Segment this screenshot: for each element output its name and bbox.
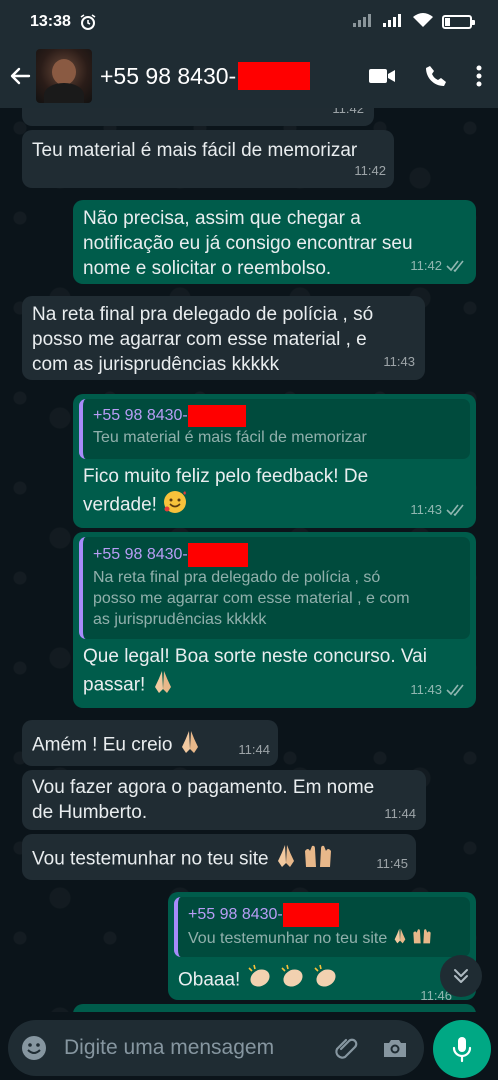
signal-icon-2 <box>382 12 404 33</box>
message-outgoing[interactable] <box>73 1004 476 1012</box>
message-incoming[interactable]: Amém ! Eu creio 11:44 <box>22 720 278 766</box>
chevron-double-down-icon <box>454 969 468 983</box>
message-text: Obaaa! <box>178 969 241 991</box>
clapping-hands-emoji <box>246 964 274 997</box>
message-text: posso me agarrar com esse material , e <box>32 329 367 350</box>
praying-hands-emoji <box>274 843 298 876</box>
message-text: Não precisa, assim que chegar a <box>83 208 361 229</box>
more-vert-icon[interactable] <box>476 65 482 87</box>
message-time: 11:44 <box>384 806 416 821</box>
chat-header: +55 98 8430- <box>0 44 498 108</box>
quote-text: Teu material é mais fácil de memorizar <box>93 429 367 446</box>
redaction-box <box>238 62 311 90</box>
paperclip-icon[interactable] <box>334 1035 360 1061</box>
wifi-icon <box>412 12 434 33</box>
message-time: 11:43 <box>410 677 466 702</box>
redaction-box <box>187 405 246 427</box>
praying-hands-emoji <box>151 669 175 702</box>
praying-hands-emoji <box>178 729 202 762</box>
message-text: notificação eu já consigo encontrar seu <box>83 233 413 254</box>
phone-call-icon[interactable] <box>424 64 448 88</box>
alarm-clock-icon <box>79 13 97 31</box>
message-outgoing[interactable]: +55 98 8430- Teu material é mais fácil d… <box>73 394 476 528</box>
message-outgoing[interactable]: +55 98 8430- Vou testemunhar no teu site… <box>168 892 476 1003</box>
avatar[interactable] <box>36 49 92 103</box>
quote-text: posso me agarrar com esse material , e c… <box>93 590 410 607</box>
message-text: com as jurisprudências kkkkk <box>32 354 280 375</box>
back-arrow-icon[interactable] <box>8 64 32 88</box>
raised-hands-emoji <box>412 927 432 951</box>
message-time: 11:43 <box>410 497 466 522</box>
message-time: 11:42 <box>354 163 386 178</box>
message-incoming[interactable]: Vou fazer agora o pagamento. Em nome de … <box>22 770 426 830</box>
message-incoming[interactable]: Vou testemunhar no teu site 11:45 <box>22 834 416 880</box>
double-check-icon <box>446 260 464 272</box>
message-text: passar! <box>83 674 146 696</box>
message-incoming[interactable]: Teu material é mais fácil de memorizar 1… <box>22 130 394 188</box>
quote-author: +55 98 8430- <box>188 906 283 923</box>
time-text: 11:43 <box>410 682 442 697</box>
status-bar: 13:38 7 <box>0 0 498 44</box>
message-text: Fico muito feliz pelo feedback! De <box>83 466 369 487</box>
message-time: 11:43 <box>383 354 415 369</box>
message-text: verdade! <box>83 494 157 516</box>
redaction-box <box>282 903 339 927</box>
status-time: 13:38 <box>30 13 71 30</box>
contact-number: +55 98 8430- <box>100 62 237 89</box>
signal-icon <box>352 12 374 33</box>
message-outgoing[interactable]: +55 98 8430- Na reta final pra delegado … <box>73 532 476 708</box>
mic-icon <box>452 1037 472 1063</box>
double-check-icon <box>446 504 464 516</box>
message-time: 11:42 <box>410 253 466 278</box>
redaction-box <box>187 543 248 567</box>
message-text: Na reta final pra delegado de polícia , … <box>32 304 374 325</box>
quote-author: +55 98 8430- <box>93 546 188 563</box>
time-text: 11:43 <box>410 502 442 517</box>
video-call-icon[interactable] <box>368 66 396 86</box>
chat-area[interactable]: 11:42 Teu material é mais fácil de memor… <box>0 108 498 1012</box>
mic-button[interactable] <box>433 1020 491 1078</box>
quote-text: Vou testemunhar no teu site <box>188 930 388 948</box>
quoted-message[interactable]: +55 98 8430- Na reta final pra delegado … <box>79 537 470 639</box>
camera-icon[interactable] <box>382 1037 408 1059</box>
quote-text: as jurisprudências kkkkk <box>93 611 267 628</box>
raised-hands-emoji <box>303 843 333 876</box>
message-input[interactable] <box>62 1035 334 1061</box>
message-text: Que legal! Boa sorte neste concurso. Vai <box>83 646 427 667</box>
scroll-to-bottom-button[interactable] <box>440 955 482 997</box>
message-text: nome e solicitar o reembolso. <box>83 258 332 279</box>
time-text: 11:42 <box>410 258 442 273</box>
message-outgoing[interactable]: Não precisa, assim que chegar a notifica… <box>73 200 476 284</box>
quoted-message[interactable]: +55 98 8430- Teu material é mais fácil d… <box>79 399 470 459</box>
battery-icon: 7 <box>442 15 475 29</box>
message-text: de Humberto. <box>32 802 148 823</box>
clapping-hands-emoji <box>279 964 307 997</box>
quoted-message[interactable]: +55 98 8430- Vou testemunhar no teu site <box>174 897 470 957</box>
message-incoming[interactable]: 11:42 <box>22 108 374 126</box>
composer <box>0 1012 498 1080</box>
message-text: Vou fazer agora o pagamento. Em nome <box>32 777 375 798</box>
message-input-box[interactable] <box>8 1020 424 1076</box>
clapping-hands-emoji <box>312 964 340 997</box>
quote-author: +55 98 8430- <box>93 407 188 424</box>
message-time: 11:44 <box>238 742 270 757</box>
smiling-hearts-emoji <box>162 489 188 522</box>
emoji-icon[interactable] <box>20 1034 48 1062</box>
message-text: Teu material é mais fácil de memorizar <box>32 140 358 161</box>
message-text: Vou testemunhar no teu site <box>32 848 269 870</box>
praying-hands-emoji <box>392 927 408 951</box>
message-text: Amém ! Eu creio <box>32 734 173 756</box>
double-check-icon <box>446 684 464 696</box>
quote-text: Na reta final pra delegado de polícia , … <box>93 569 381 586</box>
message-time: 11:42 <box>332 108 364 116</box>
contact-name[interactable]: +55 98 8430- <box>100 62 311 90</box>
message-incoming[interactable]: Na reta final pra delegado de polícia , … <box>22 296 425 380</box>
message-time: 11:45 <box>376 856 408 871</box>
